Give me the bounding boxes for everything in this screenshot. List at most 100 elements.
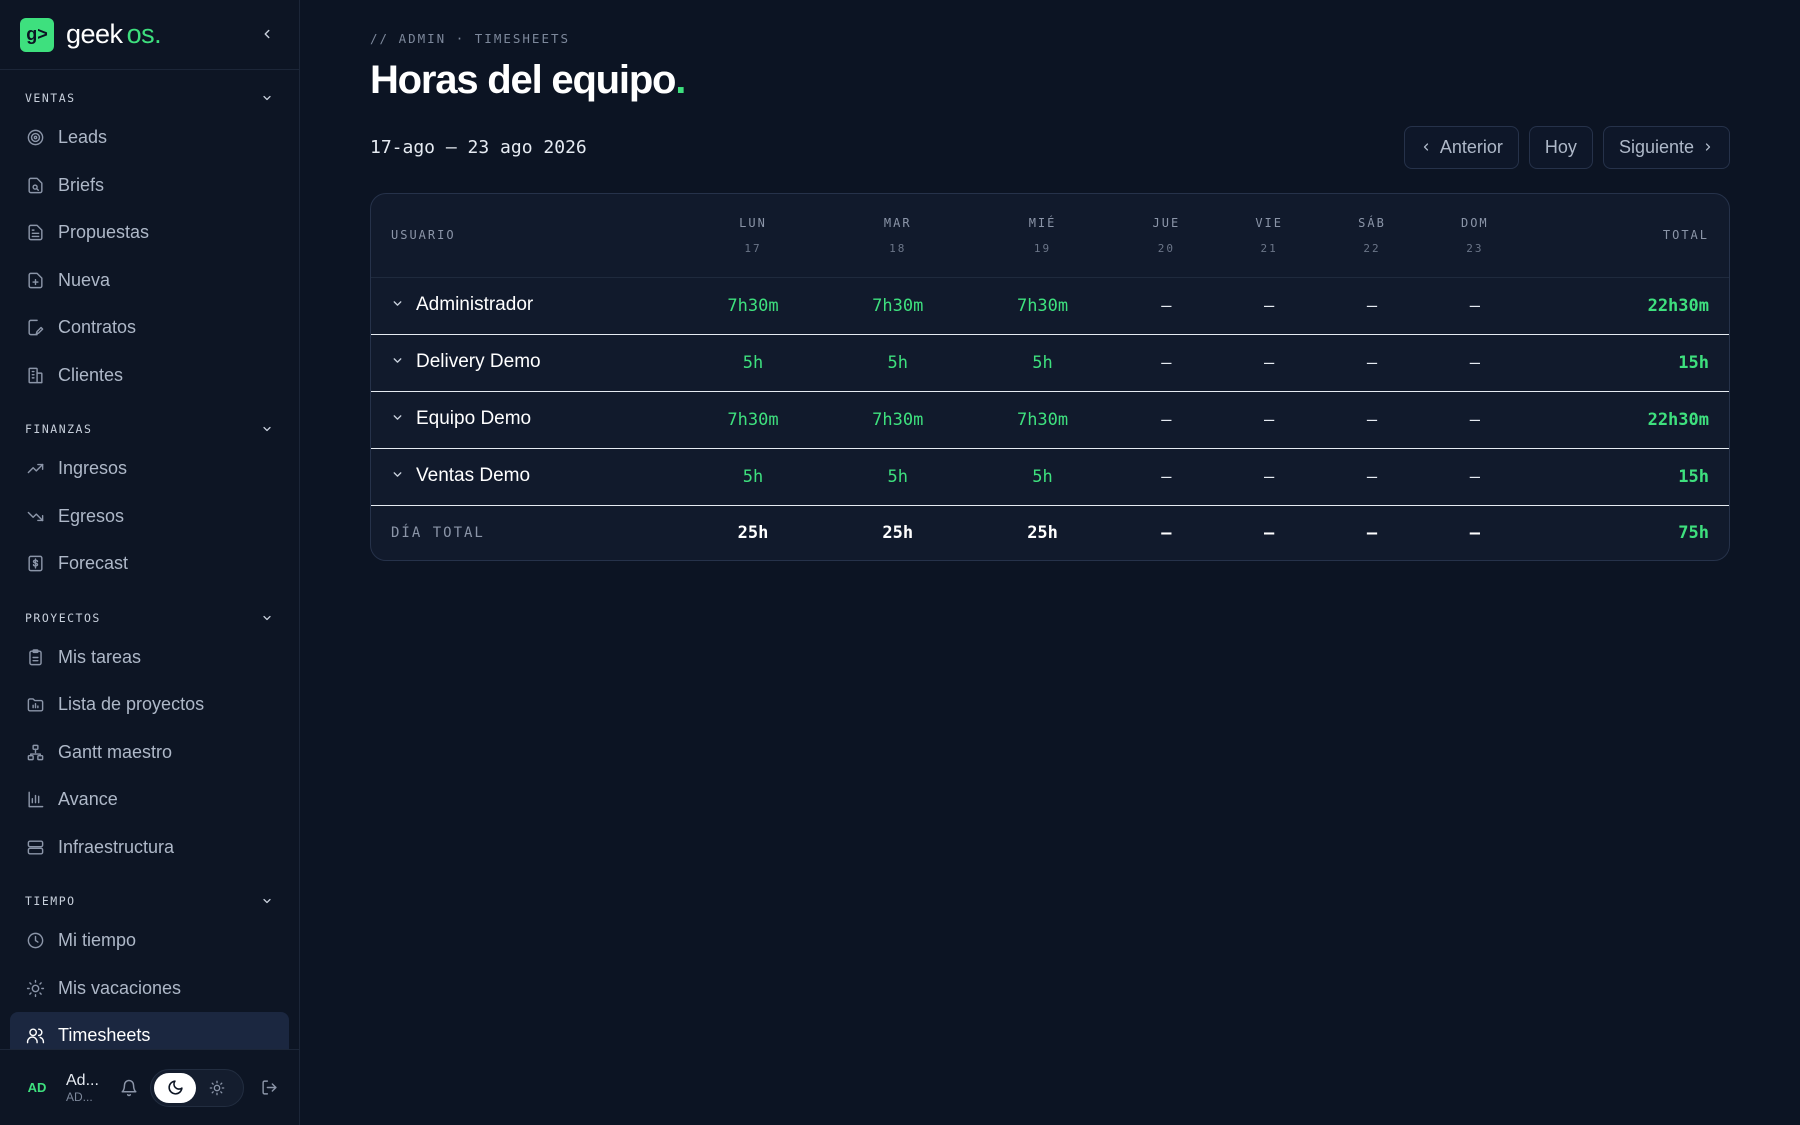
user-cell[interactable]: Equipo Demo <box>371 391 681 448</box>
sidebar-item-icon <box>25 931 45 951</box>
section-header-finanzas[interactable]: FINANZAS <box>0 413 299 445</box>
user-name: Delivery Demo <box>416 351 541 373</box>
hours-cell: 7h30m <box>727 409 779 430</box>
sidebar-item-label: Mis tareas <box>58 646 142 667</box>
hours-cell: 5h <box>887 466 908 487</box>
section-header-ventas[interactable]: VENTAS <box>0 82 299 114</box>
sidebar-item-label: Nueva <box>58 269 111 290</box>
sidebar-item-icon <box>25 506 45 526</box>
sidebar: g> geek os. VENTAS Leads Briefs Propuestas Nu… <box>0 0 300 1125</box>
chevron-down-icon[interactable] <box>391 411 404 424</box>
hours-cell: — <box>1469 352 1480 373</box>
day-number: 21 <box>1260 241 1278 255</box>
notifications-button[interactable] <box>118 1077 140 1099</box>
sidebar-item-leads[interactable]: Leads <box>0 114 289 162</box>
previous-week-button[interactable]: Anterior <box>1403 125 1519 169</box>
section-header-proyectos[interactable]: PROYECTOS <box>0 602 299 634</box>
bell-icon <box>121 1079 137 1096</box>
sidebar-item-egresos[interactable]: Egresos <box>0 493 289 541</box>
table-row[interactable]: Administrador 7h30m 7h30m 7h30m — — — — 22h30m <box>371 277 1729 334</box>
dark-theme-option[interactable] <box>154 1072 196 1103</box>
dollar-file-icon <box>27 555 43 572</box>
hours-cell: — <box>1469 409 1480 430</box>
sidebar-item-label: Leads <box>58 127 108 148</box>
sidebar-item-icon <box>25 1026 45 1046</box>
bar-chart-icon <box>27 791 43 808</box>
sidebar-item-avance[interactable]: Avance <box>0 776 289 824</box>
column-header-day: MIÉ 19 <box>970 194 1115 277</box>
date-range: 17-ago — 23 ago 2026 <box>370 136 587 158</box>
next-week-button[interactable]: Siguiente <box>1602 125 1730 169</box>
sidebar-item-ingresos[interactable]: Ingresos <box>0 445 289 493</box>
brand[interactable]: g> geek os. <box>0 0 299 70</box>
day-number: 20 <box>1157 241 1175 255</box>
user-cell[interactable]: Administrador <box>371 277 681 334</box>
user-cell[interactable]: Delivery Demo <box>371 334 681 391</box>
sidebar-item-icon <box>25 837 45 857</box>
collapse-sidebar-button[interactable] <box>255 22 279 46</box>
sidebar-item-mis-tareas[interactable]: Mis tareas <box>0 634 289 682</box>
user-cell[interactable]: Ventas Demo <box>371 448 681 505</box>
table-row[interactable]: Equipo Demo 7h30m 7h30m 7h30m — — — — 22h30m <box>371 391 1729 448</box>
sidebar-item-label: Propuestas <box>58 222 150 243</box>
moon-icon <box>167 1080 183 1095</box>
sidebar-item-icon <box>25 318 45 338</box>
day-total-cell: 25h <box>882 522 914 543</box>
row-total-cell: 22h30m <box>1647 295 1709 316</box>
sidebar-item-label: Egresos <box>58 505 125 526</box>
sidebar-item-icon <box>25 978 45 998</box>
today-label: Hoy <box>1544 136 1577 157</box>
avatar[interactable]: AD <box>20 1071 54 1105</box>
sidebar-item-label: Mis vacaciones <box>58 977 182 998</box>
column-header-user: USUARIO <box>391 228 456 243</box>
sidebar-item-propuestas[interactable]: Propuestas <box>0 209 289 257</box>
day-total-cell: — <box>1264 522 1275 543</box>
section-label: FINANZAS <box>25 422 93 436</box>
sidebar-item-nueva[interactable]: Nueva <box>0 257 289 305</box>
folder-chart-icon <box>27 698 43 712</box>
chevron-down-icon[interactable] <box>391 354 404 367</box>
chevron-down-icon[interactable] <box>391 468 404 481</box>
table-header-row: USUARIO LUN 17 MAR 18 MIÉ 19 JUE 20 VIE 21 SÁB 22 DO… <box>371 194 1729 277</box>
clipboard-icon <box>28 649 42 666</box>
table-row[interactable]: Delivery Demo 5h 5h 5h — — — — 15h <box>371 334 1729 391</box>
light-theme-option[interactable] <box>196 1073 238 1103</box>
sidebar-item-infraestructura[interactable]: Infraestructura <box>0 824 289 872</box>
day-total-row: DÍA TOTAL 25h 25h 25h — — — — 75h <box>371 505 1729 560</box>
hours-cell: 5h <box>1032 466 1053 487</box>
day-total-label: DÍA TOTAL <box>391 524 485 541</box>
file-signature-icon <box>27 319 43 336</box>
today-button[interactable]: Hoy <box>1528 125 1593 169</box>
hours-cell: — <box>1264 466 1275 487</box>
toolbar: 17-ago — 23 ago 2026 Anterior Hoy Siguie… <box>370 125 1730 169</box>
sidebar-item-timesheets[interactable]: Timesheets <box>10 1012 289 1049</box>
sidebar-item-briefs[interactable]: Briefs <box>0 162 289 210</box>
hours-cell: — <box>1469 295 1480 316</box>
chevron-left-icon <box>1423 143 1429 151</box>
sidebar-item-lista-de-proyectos[interactable]: Lista de proyectos <box>0 681 289 729</box>
chevron-down-icon[interactable] <box>391 297 404 310</box>
table-row[interactable]: Ventas Demo 5h 5h 5h — — — — 15h <box>371 448 1729 505</box>
sidebar-item-gantt-maestro[interactable]: Gantt maestro <box>0 729 289 777</box>
sidebar-item-label: Lista de proyectos <box>58 694 205 715</box>
sidebar-item-mi-tiempo[interactable]: Mi tiempo <box>0 917 289 965</box>
sidebar-item-mis-vacaciones[interactable]: Mis vacaciones <box>0 965 289 1013</box>
theme-toggle[interactable] <box>150 1068 244 1107</box>
day-name: VIE <box>1255 215 1284 230</box>
user-block[interactable]: Ad... AD... <box>66 1072 106 1104</box>
server-icon <box>27 840 43 855</box>
column-header-day: LUN 17 <box>681 194 826 277</box>
sidebar-item-contratos[interactable]: Contratos <box>0 304 289 352</box>
sidebar-footer: AD Ad... AD... <box>0 1049 299 1125</box>
user-name: Ventas Demo <box>416 465 531 487</box>
trending-up-icon <box>27 464 43 474</box>
day-number: 18 <box>889 241 907 255</box>
user-name: Ad... <box>66 1071 99 1089</box>
sidebar-item-forecast[interactable]: Forecast <box>0 540 289 588</box>
sidebar-item-label: Ingresos <box>58 458 128 479</box>
section-header-tiempo[interactable]: TIEMPO <box>0 885 299 917</box>
sidebar-item-clientes[interactable]: Clientes <box>0 352 289 400</box>
column-header-day: JUE 20 <box>1115 194 1218 277</box>
logout-button[interactable] <box>258 1077 280 1099</box>
column-header-day: VIE 21 <box>1218 194 1321 277</box>
